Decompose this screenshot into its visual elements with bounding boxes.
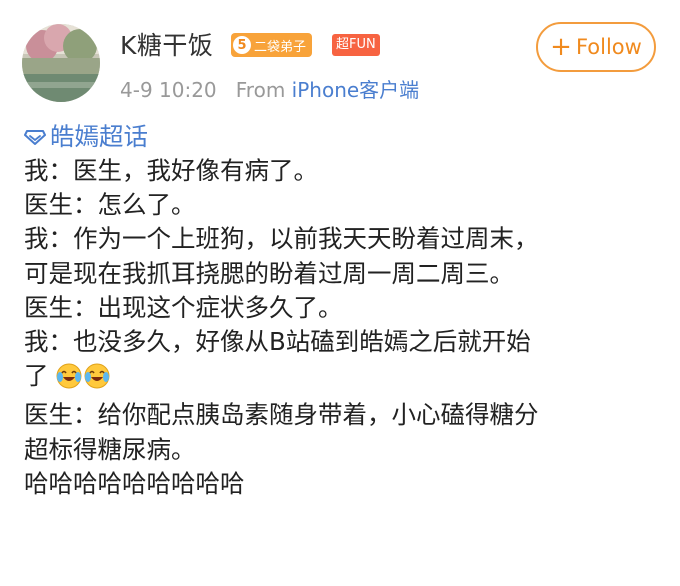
post-source[interactable]: iPhone客户端: [292, 78, 420, 102]
post-meta: 4-9 10:20 From iPhone客户端: [120, 74, 419, 103]
post-line-with-emoji: 了: [24, 359, 664, 398]
post-line-text: 了: [24, 361, 49, 391]
post-line: 我：作为一个上班狗，以前我天天盼着过周末，: [24, 224, 539, 254]
post-line: 我：也没多久，好像从B站磕到皓嫣之后就开始: [24, 327, 531, 357]
post-line: 超标得糖尿病。: [24, 434, 196, 464]
source-prefix: From: [235, 78, 286, 102]
level-title: 二袋弟子: [254, 39, 307, 55]
post-line: 医生：出现这个症状多久了。: [24, 292, 343, 322]
post-line: 可是现在我抓耳挠腮的盼着过周一周二周三。: [24, 258, 514, 288]
follow-label: Follow: [575, 35, 642, 59]
laugh-cry-emoji: [84, 363, 110, 398]
topic-label: 皓嫣超话: [50, 121, 148, 151]
post-line: 哈哈哈哈哈哈哈哈哈: [24, 468, 245, 498]
post-line: 医生：给你配点胰岛素随身带着，小心磕得糖分: [24, 400, 539, 430]
laugh-cry-emoji: [56, 363, 82, 398]
avatar[interactable]: [22, 24, 100, 102]
fun-badge[interactable]: 超FUN: [332, 34, 380, 56]
topic-link[interactable]: 皓嫣超话: [24, 120, 664, 154]
avatar-image: [22, 24, 100, 102]
weibo-post: K糖干饭 5 二袋弟子 超FUN 4-9 10:20 From iPhone客户…: [0, 0, 680, 586]
post-line: 医生：怎么了。: [24, 190, 196, 220]
fan-level-badge[interactable]: 5 二袋弟子: [231, 33, 313, 57]
follow-button[interactable]: + Follow: [536, 22, 656, 72]
level-number: 5: [233, 36, 251, 54]
username[interactable]: K糖干饭: [120, 26, 213, 62]
post-content: 皓嫣超话 我：医生，我好像有病了。 医生：怎么了。 我：作为一个上班狗，以前我天…: [24, 120, 664, 501]
super-topic-icon: [24, 129, 46, 145]
post-line: 我：医生，我好像有病了。: [24, 156, 318, 185]
post-date: 4-9 10:20: [120, 78, 217, 102]
plus-icon: +: [550, 32, 572, 62]
